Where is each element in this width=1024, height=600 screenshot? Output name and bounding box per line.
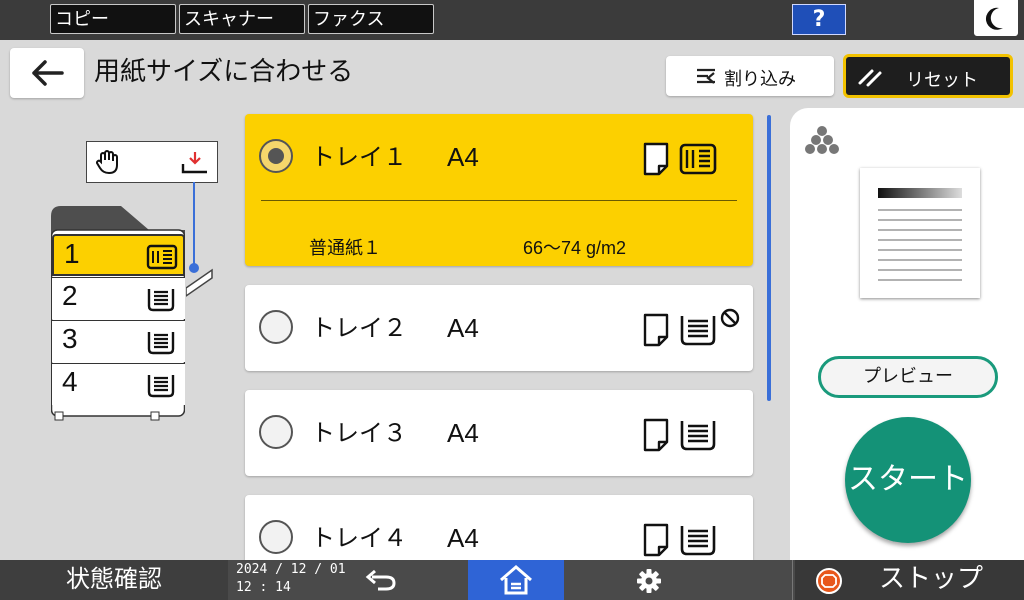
tab-copy[interactable]: コピー: [50, 4, 176, 34]
interrupt-label: 割り込み: [724, 69, 796, 90]
paper-sheet-icon: [643, 142, 669, 176]
tray-name: トレイ３: [311, 419, 407, 447]
tray-name: トレイ４: [311, 524, 407, 552]
divider: [792, 560, 793, 600]
tab-scanner[interactable]: スキャナー: [179, 4, 305, 34]
reset-button[interactable]: リセット: [843, 54, 1013, 98]
paper-stack-icon: [680, 526, 716, 556]
page-title: 用紙サイズに合わせる: [94, 57, 354, 87]
paper-weight: 66～74 g/m2: [523, 238, 627, 258]
document-preview-graphic: [878, 188, 962, 281]
paper-stack-icon: [679, 143, 717, 175]
paper-stack-icon: [680, 316, 716, 346]
paper-stack-icon: [147, 375, 175, 398]
paper-sheet-icon: [643, 523, 669, 557]
tray-option-2[interactable]: トレイ２ A4: [245, 285, 753, 371]
help-button[interactable]: ?: [792, 4, 846, 35]
radio-button[interactable]: [259, 520, 293, 554]
home-icon: [500, 565, 532, 595]
machine-tray-number: 3: [62, 323, 78, 354]
color-dots-icon: [805, 126, 839, 154]
machine-tray-1[interactable]: 1: [52, 234, 185, 276]
hand-icon: [96, 150, 118, 175]
no-entry-icon: [720, 308, 740, 328]
tab-fax[interactable]: ファクス: [308, 4, 434, 34]
reset-icon: [858, 69, 882, 87]
paper-stack-icon: [147, 332, 175, 355]
arrow-left-icon: [32, 60, 64, 86]
undo-button[interactable]: [340, 560, 420, 600]
preview-button[interactable]: プレビュー: [818, 356, 998, 398]
paper-sheet-icon: [643, 313, 669, 347]
paper-feed-icon: [181, 152, 207, 174]
datetime: 2024 / 12 / 01 12 : 14: [236, 561, 346, 597]
start-button[interactable]: スタート: [845, 417, 971, 543]
machine-tray-4[interactable]: 4: [52, 363, 185, 405]
paper-sheet-icon: [643, 418, 669, 452]
paper-stack-icon: [147, 289, 175, 312]
settings-button[interactable]: [610, 560, 690, 600]
home-button[interactable]: [468, 560, 564, 600]
tray-name: トレイ１: [311, 143, 407, 171]
paper-size: A4: [447, 142, 479, 172]
machine-tray-2[interactable]: 2: [52, 277, 185, 319]
stop-icon: [816, 568, 842, 594]
machine-tray-number: 2: [62, 280, 78, 311]
paper-type: 普通紙１: [309, 238, 381, 259]
tray-option-3[interactable]: トレイ３ A4: [245, 390, 753, 476]
paper-size: A4: [447, 418, 479, 448]
radio-button[interactable]: [259, 310, 293, 344]
interrupt-icon: [697, 68, 715, 84]
bypass-tray-indicator: [86, 141, 218, 183]
reset-label: リセット: [906, 70, 978, 91]
stop-button[interactable]: ストップ: [795, 560, 1024, 600]
status-check-button[interactable]: 状態確認: [0, 560, 228, 600]
divider: [261, 200, 737, 201]
scrollbar[interactable]: [767, 115, 771, 401]
tray-option-4[interactable]: トレイ４ A4: [245, 495, 753, 560]
tray-name: トレイ２: [311, 314, 407, 342]
bypass-connector: [186, 182, 213, 297]
interrupt-button[interactable]: 割り込み: [666, 56, 834, 96]
sleep-button[interactable]: [974, 0, 1018, 36]
moon-icon: [985, 7, 1003, 30]
paper-size: A4: [447, 313, 479, 343]
document-thumbnail: [860, 168, 980, 298]
back-button[interactable]: [10, 48, 84, 98]
machine-tray-number: 4: [62, 366, 78, 397]
date: 2024 / 12 / 01: [236, 562, 346, 577]
time: 12 : 14: [236, 580, 291, 595]
paper-stack-icon: [146, 244, 178, 270]
radio-button[interactable]: [259, 139, 293, 173]
stop-label: ストップ: [879, 564, 984, 594]
paper-stack-icon: [680, 421, 716, 451]
return-arrow-icon: [365, 569, 396, 591]
tray-option-1[interactable]: トレイ１ A4 普通紙１ 66～74 g/m2: [245, 114, 753, 266]
radio-button[interactable]: [259, 415, 293, 449]
paper-size: A4: [447, 523, 479, 553]
machine-tray-3[interactable]: 3: [52, 320, 185, 362]
machine-tray-number: 1: [64, 238, 80, 269]
gear-icon: [637, 569, 661, 593]
